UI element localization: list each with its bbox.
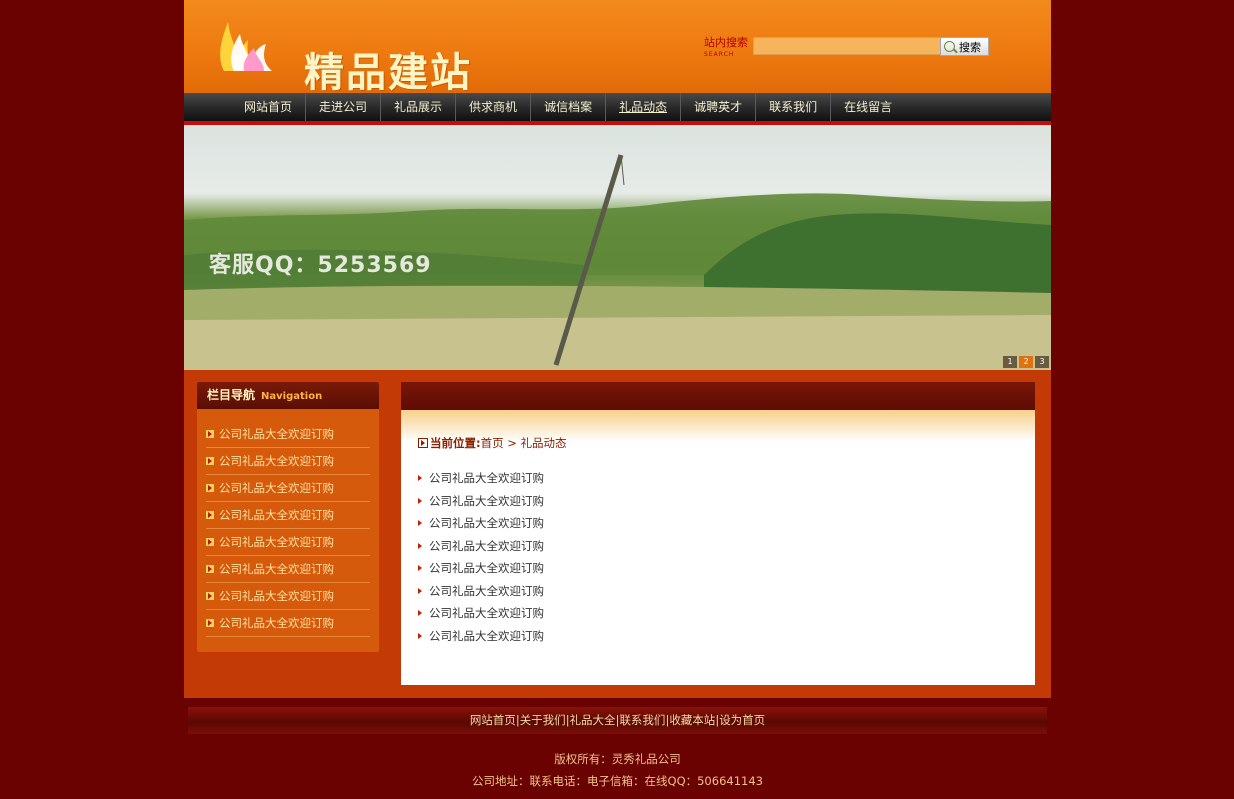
arrow-icon — [206, 619, 214, 627]
list-item[interactable]: 公司礼品大全欢迎订购 — [418, 490, 544, 513]
search-label-en: SEARCH — [704, 51, 735, 58]
arrow-icon — [206, 511, 214, 519]
arrow-icon — [206, 430, 214, 438]
sidebar-item-label: 公司礼品大全欢迎订购 — [219, 427, 334, 441]
sidebar-item-label: 公司礼品大全欢迎订购 — [219, 589, 334, 603]
footer-link-gifts[interactable]: 礼品大全 — [570, 713, 616, 727]
nav-item-about[interactable]: 走进公司 — [306, 93, 382, 121]
flame-logo-icon — [220, 22, 272, 71]
site-logo[interactable]: 精品建站 — [214, 16, 514, 96]
list-item-label: 公司礼品大全欢迎订购 — [429, 493, 544, 508]
list-item-label: 公司礼品大全欢迎订购 — [429, 628, 544, 643]
nav-item-home[interactable]: 网站首页 — [231, 93, 307, 121]
sidebar-item[interactable]: 公司礼品大全欢迎订购 — [206, 610, 370, 637]
bullet-icon — [418, 632, 422, 639]
list-item-label: 公司礼品大全欢迎订购 — [429, 538, 544, 553]
list-item[interactable]: 公司礼品大全欢迎订购 — [418, 580, 544, 603]
sidebar-item[interactable]: 公司礼品大全欢迎订购 — [206, 556, 370, 583]
nav-item-message[interactable]: 在线留言 — [831, 93, 905, 121]
banner-pager: 1 2 3 — [1003, 356, 1049, 368]
search-input[interactable] — [753, 37, 942, 55]
arrow-icon — [206, 565, 214, 573]
breadcrumb-home-link[interactable]: 首页 — [481, 435, 504, 451]
banner-qq-text: 客服QQ：5253569 — [209, 253, 432, 278]
search-label: 站内搜索 SEARCH — [704, 37, 748, 60]
arrow-icon — [206, 538, 214, 546]
bullet-icon — [418, 542, 422, 549]
main-content: 当前位置: 首页 > 礼品动态 公司礼品大全欢迎订购 公司礼品大全欢迎订购 公司… — [401, 382, 1035, 685]
footer-links-bar: 网站首页|关于我们|礼品大全|联系我们|收藏本站|设为首页 — [188, 707, 1047, 734]
footer-copyright: 版权所有：灵秀礼品公司 — [554, 752, 681, 766]
nav-item-gifts[interactable]: 礼品展示 — [381, 93, 457, 121]
banner-slideshow[interactable]: 客服QQ：5253569 1 2 3 — [184, 125, 1051, 370]
news-list: 公司礼品大全欢迎订购 公司礼品大全欢迎订购 公司礼品大全欢迎订购 公司礼品大全欢… — [418, 467, 544, 647]
list-item[interactable]: 公司礼品大全欢迎订购 — [418, 512, 544, 535]
logo-text: 精品建站 — [304, 50, 472, 96]
footer-link-home[interactable]: 网站首页 — [470, 713, 516, 727]
search-button[interactable]: 搜索 — [940, 37, 989, 56]
breadcrumb-current[interactable]: 礼品动态 — [521, 435, 567, 451]
main-nav: 网站首页 走进公司 礼品展示 供求商机 诚信档案 礼品动态 诚聘英才 联系我们 … — [184, 93, 1051, 125]
list-item[interactable]: 公司礼品大全欢迎订购 — [418, 467, 544, 490]
footer-link-bookmark[interactable]: 收藏本站 — [669, 713, 715, 727]
bullet-icon — [418, 475, 422, 482]
bullet-icon — [418, 520, 422, 527]
sidebar-item-label: 公司礼品大全欢迎订购 — [219, 535, 334, 549]
sidebar-item-label: 公司礼品大全欢迎订购 — [219, 454, 334, 468]
arrow-icon — [206, 592, 214, 600]
breadcrumb: 当前位置: 首页 > 礼品动态 — [418, 435, 567, 451]
list-item[interactable]: 公司礼品大全欢迎订购 — [418, 625, 544, 648]
sidebar-title-en: Navigation — [261, 391, 323, 402]
bullet-icon — [418, 587, 422, 594]
sidebar-item[interactable]: 公司礼品大全欢迎订购 — [206, 475, 370, 502]
sidebar-item[interactable]: 公司礼品大全欢迎订购 — [206, 448, 370, 475]
nav-list: 网站首页 走进公司 礼品展示 供求商机 诚信档案 礼品动态 诚聘英才 联系我们 … — [184, 93, 1051, 121]
list-item-label: 公司礼品大全欢迎订购 — [429, 516, 544, 531]
bullet-icon — [418, 565, 422, 572]
list-item-label: 公司礼品大全欢迎订购 — [429, 583, 544, 598]
sidebar-item-label: 公司礼品大全欢迎订购 — [219, 616, 334, 630]
breadcrumb-arrow-icon — [418, 438, 428, 448]
site-header: 精品建站 站内搜索 SEARCH 搜索 — [184, 0, 1051, 96]
list-item-label: 公司礼品大全欢迎订购 — [429, 471, 544, 486]
sidebar-title-cn: 栏目导航 — [207, 388, 256, 402]
nav-item-supply[interactable]: 供求商机 — [456, 93, 532, 121]
bullet-icon — [418, 497, 422, 504]
sidebar-item[interactable]: 公司礼品大全欢迎订购 — [206, 529, 370, 556]
footer-link-contact[interactable]: 联系我们 — [619, 713, 665, 727]
search-icon — [944, 41, 955, 52]
breadcrumb-separator: > — [503, 436, 521, 450]
sidebar-title: 栏目导航 Navigation — [197, 382, 379, 409]
bullet-icon — [418, 610, 422, 617]
main-header-bar — [401, 382, 1035, 410]
arrow-icon — [206, 484, 214, 492]
nav-item-jobs[interactable]: 诚聘英才 — [681, 93, 757, 121]
list-item[interactable]: 公司礼品大全欢迎订购 — [418, 557, 544, 580]
sidebar-item-label: 公司礼品大全欢迎订购 — [219, 508, 334, 522]
sidebar-item[interactable]: 公司礼品大全欢迎订购 — [206, 502, 370, 529]
list-item[interactable]: 公司礼品大全欢迎订购 — [418, 535, 544, 558]
sidebar-item-label: 公司礼品大全欢迎订购 — [219, 562, 334, 576]
arrow-icon — [206, 457, 214, 465]
nav-item-contact[interactable]: 联系我们 — [756, 93, 832, 121]
sidebar-item[interactable]: 公司礼品大全欢迎订购 — [206, 583, 370, 610]
footer-link-sethome[interactable]: 设为首页 — [719, 713, 765, 727]
banner-dot-2[interactable]: 2 — [1019, 356, 1033, 368]
sidebar-item[interactable]: 公司礼品大全欢迎订购 — [206, 421, 370, 448]
search-button-label: 搜索 — [959, 40, 981, 54]
footer-link-about[interactable]: 关于我们 — [520, 713, 566, 727]
footer-address: 公司地址：联系电话：电子信箱：在线QQ：506641143 — [472, 774, 763, 788]
banner-dot-1[interactable]: 1 — [1003, 356, 1017, 368]
sidebar: 栏目导航 Navigation 公司礼品大全欢迎订购 公司礼品大全欢迎订购 公司礼… — [197, 382, 379, 652]
banner-dot-3[interactable]: 3 — [1035, 356, 1049, 368]
list-item[interactable]: 公司礼品大全欢迎订购 — [418, 602, 544, 625]
sidebar-list: 公司礼品大全欢迎订购 公司礼品大全欢迎订购 公司礼品大全欢迎订购 公司礼品大全欢… — [206, 421, 370, 637]
nav-item-integrity[interactable]: 诚信档案 — [531, 93, 607, 121]
breadcrumb-label: 当前位置: — [430, 436, 481, 450]
list-item-label: 公司礼品大全欢迎订购 — [429, 606, 544, 621]
nav-item-news[interactable]: 礼品动态 — [606, 93, 682, 121]
sidebar-item-label: 公司礼品大全欢迎订购 — [219, 481, 334, 495]
search-label-cn: 站内搜索 — [704, 36, 748, 49]
list-item-label: 公司礼品大全欢迎订购 — [429, 561, 544, 576]
